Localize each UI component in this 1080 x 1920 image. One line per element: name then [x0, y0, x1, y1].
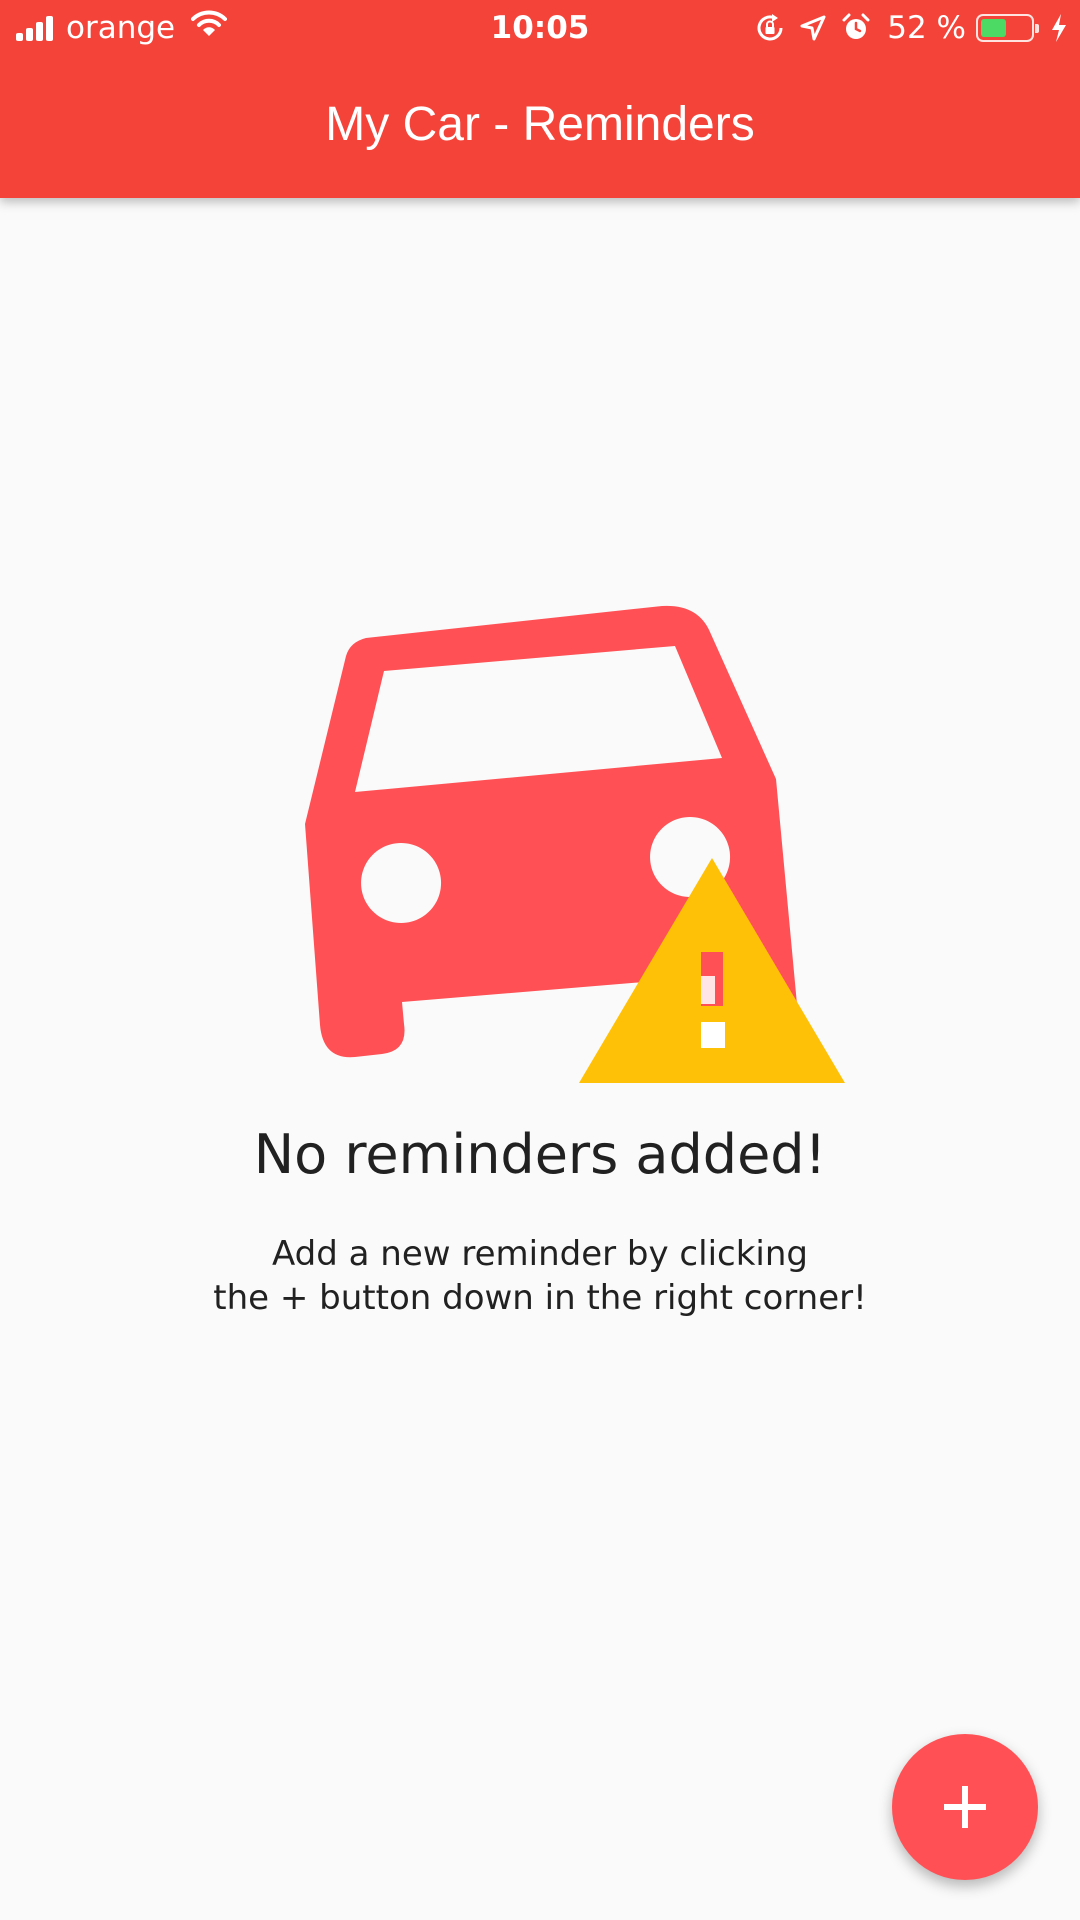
empty-illustration — [290, 590, 850, 1090]
location-icon — [799, 14, 827, 42]
status-right: 52 % — [741, 8, 1068, 48]
battery-icon — [976, 14, 1039, 42]
rotation-lock-icon — [755, 13, 785, 43]
battery-percent: 52 % — [887, 10, 966, 46]
status-bar: orange 10:05 52 % — [0, 0, 1080, 56]
empty-state-title: No reminders added! — [253, 1123, 827, 1186]
app-bar: orange 10:05 52 % My Car - Reminders — [0, 0, 1080, 198]
battery-fill — [981, 19, 1006, 37]
empty-state-message-line2: the + button down in the right corner! — [213, 1278, 867, 1318]
app-title: My Car - Reminders — [325, 98, 755, 151]
charging-icon — [1050, 13, 1068, 43]
empty-state-message-line1: Add a new reminder by clicking — [272, 1234, 808, 1274]
alarm-icon — [841, 13, 871, 43]
plus-icon — [944, 1786, 986, 1828]
empty-state-message: Add a new reminder by clicking the + but… — [140, 1232, 940, 1320]
add-reminder-button[interactable] — [892, 1734, 1038, 1880]
